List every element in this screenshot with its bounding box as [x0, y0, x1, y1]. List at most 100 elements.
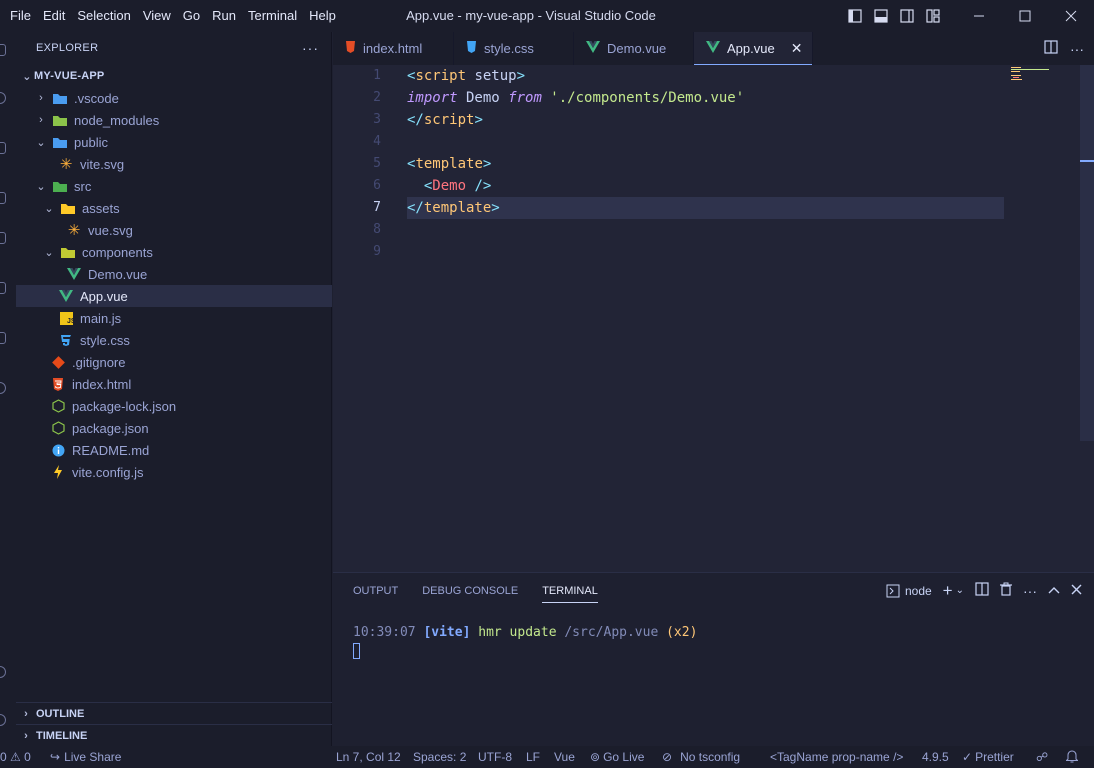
live-share-button[interactable]: ↪ Live Share	[50, 746, 121, 768]
tree-item-gitignore[interactable]: .gitignore	[16, 351, 332, 373]
tree-item-label: package.json	[72, 420, 149, 436]
menu-go[interactable]: Go	[177, 0, 206, 32]
more-actions-icon[interactable]: ···	[1070, 41, 1084, 57]
minimize-icon[interactable]	[956, 0, 1002, 32]
menu-selection[interactable]: Selection	[71, 0, 136, 32]
panel-tab-debug-console[interactable]: DEBUG CONSOLE	[422, 581, 518, 603]
accounts-icon[interactable]	[0, 666, 6, 678]
minimap[interactable]	[1009, 65, 1079, 572]
tree-item-app-vue[interactable]: App.vue	[16, 285, 332, 307]
title-bar: File Edit Selection View Go Run Terminal…	[0, 0, 1094, 32]
language-mode[interactable]: Vue	[554, 746, 575, 768]
tree-item-vite-config-js[interactable]: vite.config.js	[16, 461, 332, 483]
tree-item-label: style.css	[80, 332, 130, 348]
go-live-label: Go Live	[603, 750, 645, 764]
tree-item-style-css[interactable]: style.css	[16, 329, 332, 351]
tree-item-components[interactable]: ⌄ components	[16, 241, 332, 263]
tab-index-html[interactable]: index.html	[333, 32, 454, 65]
problems-indicator[interactable]: 0 ⚠ 0	[0, 746, 31, 768]
more-actions-icon[interactable]: ···	[302, 40, 319, 56]
tree-item-package-json[interactable]: package.json	[16, 417, 332, 439]
manage-gear-icon[interactable]	[0, 714, 6, 726]
explorer-icon[interactable]	[0, 44, 6, 56]
maximize-icon[interactable]	[1002, 0, 1048, 32]
prettier-label: Prettier	[975, 750, 1014, 764]
indentation[interactable]: Spaces: 2	[413, 746, 466, 768]
code-line: 8	[333, 219, 1004, 241]
chevron-down-icon: ⌄	[36, 136, 46, 149]
panel-tab-terminal[interactable]: TERMINAL	[542, 581, 598, 603]
line-number: 4	[373, 134, 381, 149]
toggle-primary-sidebar-icon[interactable]	[842, 0, 868, 32]
timeline-section[interactable]: › TIMELINE	[16, 724, 332, 746]
remote-explorer-icon[interactable]	[0, 282, 6, 294]
close-panel-icon[interactable]	[1071, 584, 1082, 598]
tree-item-label: src	[74, 178, 92, 194]
svg-icon: ✳	[67, 222, 81, 239]
feedback-icon[interactable]: ☍	[1036, 746, 1048, 768]
sidebar-header: EXPLORER ···	[16, 32, 331, 64]
tree-item-assets[interactable]: ⌄ assets	[16, 197, 332, 219]
customize-layout-icon[interactable]	[920, 0, 946, 32]
close-window-icon[interactable]	[1048, 0, 1094, 32]
tab-style-css[interactable]: style.css	[454, 32, 574, 65]
split-editor-icon[interactable]	[1044, 40, 1058, 57]
split-terminal-icon[interactable]	[975, 582, 989, 599]
tree-item-main-js[interactable]: JS main.js	[16, 307, 332, 329]
encoding[interactable]: UTF-8	[478, 746, 512, 768]
html-icon	[50, 376, 66, 392]
terminal-selector[interactable]: node	[886, 584, 932, 598]
terminal-output[interactable]: 10:39:07 [vite] hmr update /src/App.vue …	[353, 625, 697, 640]
tree-item-public[interactable]: ⌄ public	[16, 131, 332, 153]
toggle-panel-icon[interactable]	[868, 0, 894, 32]
extensions-icon[interactable]	[0, 232, 6, 244]
tree-item-label: vite.svg	[80, 156, 125, 172]
menu-edit[interactable]: Edit	[37, 0, 71, 32]
tree-item-package-lock-json[interactable]: package-lock.json	[16, 395, 332, 417]
tree-item-vscode[interactable]: › .vscode	[16, 87, 332, 109]
source-control-icon[interactable]	[0, 142, 6, 154]
tree-item-index-html[interactable]: index.html	[16, 373, 332, 395]
menu-terminal[interactable]: Terminal	[242, 0, 303, 32]
tree-item-src[interactable]: ⌄ src	[16, 175, 332, 197]
close-tab-icon[interactable]: ✕	[791, 40, 803, 57]
editor-scrollbar[interactable]	[1080, 65, 1094, 441]
testing-icon[interactable]	[0, 332, 6, 344]
menu-help[interactable]: Help	[303, 0, 342, 32]
menu-view[interactable]: View	[137, 0, 177, 32]
explorer-root-folder[interactable]: ⌄ MY-VUE-APP	[16, 65, 332, 87]
menu-file[interactable]: File	[4, 0, 37, 32]
chevron-down-icon: ⌄	[36, 180, 46, 193]
go-live-button[interactable]: ⊚ Go Live	[590, 746, 644, 768]
cursor-position[interactable]: Ln 7, Col 12	[336, 746, 401, 768]
more-actions-icon[interactable]: ···	[1023, 583, 1037, 599]
code-editor[interactable]: 1 <script setup> 2 import Demo from './c…	[333, 65, 1094, 572]
tree-item-node-modules[interactable]: › node_modules	[16, 109, 332, 131]
outline-section[interactable]: › OUTLINE	[16, 702, 332, 724]
tree-item-vue-svg[interactable]: ✳ vue.svg	[16, 219, 332, 241]
no-tsconfig-indicator[interactable]: ⊘ No tsconfig	[662, 746, 740, 768]
tree-item-vite-svg[interactable]: ✳ vite.svg	[16, 153, 332, 175]
run-debug-icon[interactable]	[0, 192, 6, 204]
tree-item-readme-md[interactable]: README.md	[16, 439, 332, 461]
end-of-line[interactable]: LF	[526, 746, 540, 768]
line-number: 2	[373, 90, 381, 105]
typescript-version[interactable]: 4.9.5	[922, 746, 949, 768]
menu-bar: File Edit Selection View Go Run Terminal…	[0, 0, 342, 32]
tag-name-case[interactable]: <TagName prop-name />	[770, 746, 903, 768]
chevron-down-icon[interactable]: ⌄	[956, 585, 964, 596]
maximize-panel-icon[interactable]	[1048, 584, 1060, 598]
search-icon[interactable]	[0, 92, 6, 104]
tab-demo-vue[interactable]: Demo.vue	[574, 32, 694, 65]
menu-run[interactable]: Run	[206, 0, 242, 32]
prettier-button[interactable]: ✓ Prettier	[962, 746, 1014, 768]
tree-item-demo-vue[interactable]: Demo.vue	[16, 263, 332, 285]
toggle-secondary-sidebar-icon[interactable]	[894, 0, 920, 32]
panel-tab-output[interactable]: OUTPUT	[353, 581, 398, 603]
notifications-bell-icon[interactable]	[1065, 746, 1079, 768]
trash-icon[interactable]	[1000, 582, 1012, 599]
tab-app-vue[interactable]: App.vue ✕	[694, 32, 813, 65]
line-number: 1	[373, 68, 381, 83]
live-share-icon[interactable]	[0, 382, 6, 394]
new-terminal-icon[interactable]: +	[943, 582, 953, 599]
